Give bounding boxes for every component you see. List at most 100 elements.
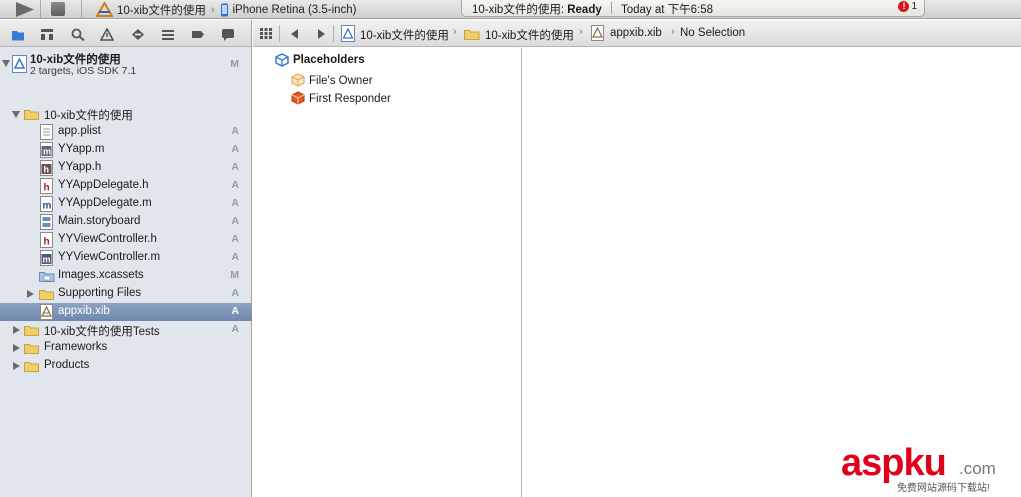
h-file-icon: h [40,178,53,194]
xcode-app-icon [96,2,113,17]
run-button[interactable] [14,1,36,18]
files-owner-cube-icon [291,73,305,87]
jumpbar-group[interactable]: 10-xib文件的使用 [485,27,574,43]
file-name: YYapp.h [58,161,102,173]
scm-status-badge: A [231,287,239,299]
xib-file-icon [591,25,604,41]
h-file-icon: h [40,232,53,248]
scm-status-badge: A [231,233,239,245]
group-row-tests[interactable]: 10-xib文件的使用Tests A [0,321,252,339]
jumpbar-selection[interactable]: No Selection [680,27,745,39]
breakpoint-navigator-tab[interactable] [191,28,205,41]
interface-builder-canvas[interactable]: aspku .com 免费网站源码下载站! [523,48,1021,497]
file-row-yyappdelegate-h[interactable]: h YYAppDelegate.h A [0,177,252,195]
speech-bubble-icon [222,29,234,41]
file-name: Main.storyboard [58,215,141,227]
file-row-yyapp-h[interactable]: h YYapp.h A [0,159,252,177]
file-name: app.plist [58,125,101,137]
related-items-icon[interactable] [260,28,272,39]
log-navigator-tab[interactable] [221,28,235,41]
scm-status-badge: M [230,269,239,281]
iphone-icon [220,3,228,16]
project-navigator-pane: 10-xib文件的使用 2 targets, iOS SDK 7.1 M 10-… [0,20,252,497]
issue-navigator-tab[interactable] [100,28,114,41]
file-row-appxib-xib-selected[interactable]: appxib.xib A [0,303,252,321]
scm-status-badge: A [231,179,239,191]
scm-status-badge: A [231,305,239,317]
group-row-products[interactable]: Products [0,357,252,375]
activity-time: Today at 下午6:58 [621,4,714,16]
folder-tab-icon [12,31,24,41]
file-row-app-plist[interactable]: app.plist A [0,123,252,141]
disclosure-triangle-icon[interactable] [13,326,20,334]
jumpbar-project[interactable]: 10-xib文件的使用 [360,27,449,43]
group-name: Supporting Files [58,287,142,299]
play-icon [16,2,34,17]
navigator-tab-bar [0,20,251,47]
m-file-icon: m [40,142,53,158]
diamond-icon [132,29,144,40]
find-navigator-tab[interactable] [71,28,85,41]
stop-button[interactable] [51,2,65,16]
group-name: Products [44,359,90,371]
forward-arrow-icon[interactable] [317,29,325,39]
error-icon: ! [898,1,910,12]
error-indicator[interactable]: ! 1 [898,1,917,12]
disclosure-triangle-icon[interactable] [13,362,20,370]
group-name: 10-xib文件的使用 [44,110,133,122]
test-navigator-tab[interactable] [131,28,145,41]
error-count: 1 [911,1,917,12]
asset-catalog-icon [39,272,55,282]
document-outline: Placeholders File's Owner First Responde… [253,48,522,497]
scm-status-badge: A [231,161,239,173]
chevron-right-icon: › [210,3,215,16]
scheme-selector[interactable]: 10-xib文件的使用 › iPhone Retina (3.5-inch) [96,0,357,19]
project-file-icon [341,25,355,42]
jumpbar-file[interactable]: appxib.xib [610,27,662,39]
m-file-icon: m [40,196,53,212]
activity-project: 10-xib文件的使用: [472,4,568,16]
chevron-right-icon: › [671,26,675,38]
file-row-main-storyboard[interactable]: Main.storyboard A [0,213,252,231]
scm-status-badge: A [231,197,239,209]
file-row-yyviewcontroller-m[interactable]: m YYViewController.m A [0,249,252,267]
svg-text:m: m [43,147,51,157]
disclosure-triangle-icon[interactable] [12,111,20,118]
device-name: iPhone Retina (3.5-inch) [232,3,357,16]
back-arrow-icon[interactable] [291,29,299,39]
file-row-yyapp-m[interactable]: m YYapp.m A [0,141,252,159]
folder-icon [24,326,39,336]
activity-viewer: 10-xib文件的使用: Ready Today at 下午6:58 ! 1 [461,0,925,17]
group-row[interactable]: 10-xib文件的使用 [0,105,252,123]
svg-text:h: h [44,165,50,175]
disclosure-triangle-icon[interactable] [2,60,10,67]
group-name: Frameworks [44,341,108,353]
watermark-tagline: 免费网站源码下载站! [897,483,990,494]
cube-icon [275,53,289,67]
storyboard-file-icon [40,214,53,230]
folder-icon [464,30,480,40]
xib-file-icon [40,304,53,320]
file-row-yyviewcontroller-h[interactable]: h YYViewController.h A [0,231,252,249]
file-name: YYAppDelegate.m [58,197,152,209]
disclosure-triangle-icon[interactable] [13,344,20,352]
disclosure-triangle-icon[interactable] [27,290,34,298]
file-row-yyappdelegate-m[interactable]: m YYAppDelegate.m A [0,195,252,213]
group-row-frameworks[interactable]: Frameworks [0,339,252,357]
site-watermark: aspku .com 免费网站源码下载站! [841,443,1013,494]
scm-status-badge: A [231,215,239,227]
debug-navigator-tab[interactable] [161,28,175,41]
group-row-supporting-files[interactable]: Supporting Files A [0,285,252,303]
svg-text:h: h [44,237,50,248]
symbol-navigator-tab[interactable] [40,28,54,41]
file-row-images-xcassets[interactable]: Images.xcassets M [0,267,252,285]
plist-file-icon [40,124,53,140]
file-name: YYAppDelegate.h [58,179,149,191]
watermark-domain: .com [959,459,996,478]
project-root-row[interactable]: 10-xib文件的使用 2 targets, iOS SDK 7.1 M [0,50,252,78]
scheme-name: 10-xib文件的使用 [117,4,206,17]
project-navigator-tab[interactable] [11,28,25,41]
project-file-icon [12,55,27,73]
folder-icon [39,290,54,300]
file-name: YYViewController.m [58,251,161,263]
